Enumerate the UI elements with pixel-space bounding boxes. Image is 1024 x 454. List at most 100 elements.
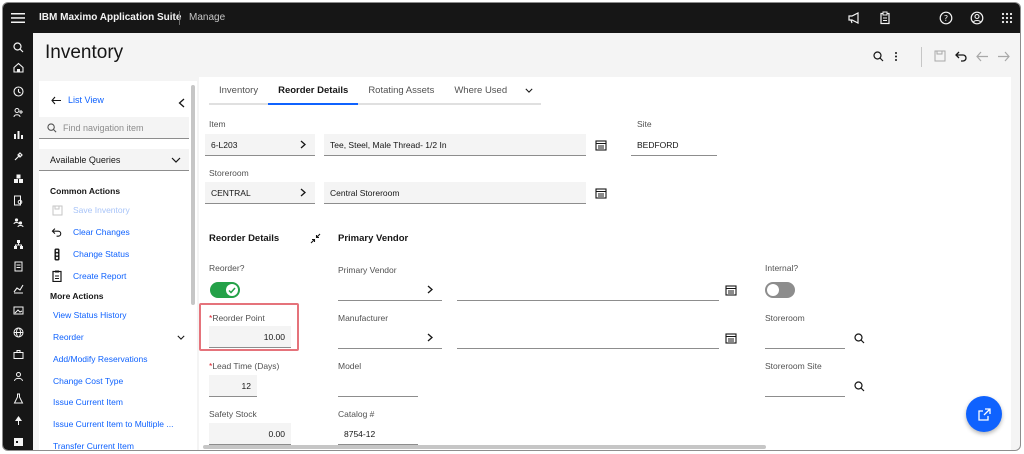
launch-assistant-button[interactable] <box>966 396 1002 432</box>
chart-bar-icon[interactable] <box>10 126 26 142</box>
reorder-toggle[interactable] <box>210 282 240 298</box>
model-label: Model <box>338 361 362 371</box>
clipboard-icon[interactable] <box>877 10 893 26</box>
tree-icon[interactable] <box>10 412 26 428</box>
tab-rotating-assets[interactable]: Rotating Assets <box>358 77 445 105</box>
help-icon[interactable]: ? <box>938 10 954 26</box>
briefcase-icon[interactable] <box>10 346 26 362</box>
calendar-icon[interactable] <box>10 433 26 449</box>
link-label: Issue Current Item to Multiple ... <box>53 419 174 429</box>
change-status-label: Change Status <box>73 249 130 259</box>
horizontal-scrollbar[interactable] <box>203 445 766 449</box>
reorder-point-field[interactable]: 10.00 <box>209 326 291 348</box>
item-description-field[interactable]: Tee, Steel, Male Thread- 1/2 In <box>324 134 586 156</box>
brand-name: IBM Maximo Application Suite <box>39 12 182 23</box>
primary-vendor-chevron-right-icon[interactable] <box>418 279 442 301</box>
catalog-field[interactable]: 8754-12 <box>338 423 418 445</box>
hierarchy-icon[interactable] <box>10 236 26 252</box>
boxes-icon[interactable] <box>10 170 26 186</box>
line-chart-icon[interactable] <box>10 280 26 296</box>
issue-to-multiple-link[interactable]: Issue Current Item to Multiple ... <box>53 419 185 429</box>
transfer-current-item-link[interactable]: Transfer Current Item <box>53 441 185 450</box>
change-status-action[interactable]: Change Status <box>50 247 129 261</box>
manufacturer-description-field[interactable] <box>457 327 719 349</box>
svg-text:?: ? <box>944 14 948 23</box>
tools-icon[interactable] <box>10 148 26 164</box>
long-description-icon[interactable] <box>719 327 743 349</box>
manufacturer-field[interactable] <box>338 327 418 349</box>
create-report-action[interactable]: Create Report <box>50 269 126 283</box>
chevron-down-icon <box>171 157 181 163</box>
reorder-toggle-label: Reorder? <box>209 263 245 273</box>
flask-icon[interactable] <box>10 390 26 406</box>
storeroom-site-label: Storeroom Site <box>765 361 822 371</box>
toggle-knob <box>767 284 779 296</box>
nav-search-input[interactable] <box>63 122 183 133</box>
megaphone-icon[interactable] <box>846 10 862 26</box>
user-admin-icon[interactable] <box>10 368 26 384</box>
overflow-menu-icon[interactable] <box>889 49 903 63</box>
home-icon[interactable] <box>10 59 26 75</box>
storeroom-site-field[interactable] <box>765 375 845 397</box>
minimize-icon[interactable] <box>303 227 327 249</box>
list-view-link[interactable]: List View <box>51 95 104 105</box>
history-icon[interactable] <box>10 83 26 99</box>
hamburger-menu-icon[interactable] <box>3 3 33 33</box>
search-icon[interactable] <box>871 49 885 63</box>
manufacturer-chevron-right-icon[interactable] <box>418 327 442 349</box>
search-icon[interactable] <box>847 327 871 349</box>
item-chevron-right-icon[interactable] <box>291 134 315 156</box>
vendor-storeroom-field[interactable] <box>765 327 845 349</box>
internal-toggle[interactable] <box>765 282 795 298</box>
arrow-right-icon[interactable] <box>996 49 1010 63</box>
model-field[interactable] <box>338 375 418 397</box>
more-tabs-chevron-icon[interactable] <box>517 77 542 105</box>
storeroom-description-field[interactable]: Central Storeroom <box>324 182 586 204</box>
issue-current-item-link[interactable]: Issue Current Item <box>53 397 185 407</box>
arrow-left-icon[interactable] <box>975 49 989 63</box>
tab-bar: Inventory Reorder Details Rotating Asset… <box>209 77 542 105</box>
image-icon[interactable] <box>10 302 26 318</box>
search-icon[interactable] <box>10 39 26 55</box>
long-description-icon[interactable] <box>589 134 613 156</box>
view-status-history-link[interactable]: View Status History <box>53 310 185 320</box>
change-cost-type-link[interactable]: Change Cost Type <box>53 376 185 386</box>
internal-label: Internal? <box>765 263 799 273</box>
add-modify-reservations-link[interactable]: Add/Modify Reservations <box>53 354 185 364</box>
save-inventory-label: Save Inventory <box>73 205 130 215</box>
tab-where-used[interactable]: Where Used <box>444 77 518 105</box>
collapse-chevron-icon[interactable] <box>178 95 185 113</box>
available-queries-dropdown[interactable]: Available Queries <box>39 149 189 171</box>
save-icon[interactable] <box>933 49 947 63</box>
tab-inventory[interactable]: Inventory <box>209 77 269 105</box>
safety-stock-field[interactable]: 0.00 <box>209 423 291 445</box>
clear-changes-action[interactable]: Clear Changes <box>50 225 130 239</box>
nav-scrollbar[interactable] <box>191 85 195 305</box>
tab-reorder-details[interactable]: Reorder Details <box>268 77 359 105</box>
item-field[interactable]: 6-L203 <box>205 134 291 156</box>
app-window: IBM Maximo Application Suite Manage ? In… <box>2 2 1021 451</box>
long-description-icon[interactable] <box>719 279 743 301</box>
document-icon[interactable] <box>10 258 26 274</box>
user-profile-icon[interactable] <box>969 10 985 26</box>
long-description-icon[interactable] <box>589 182 613 204</box>
reorder-details-heading: Reorder Details <box>209 233 280 244</box>
document-search-icon[interactable] <box>10 192 26 208</box>
vendor-storeroom-label: Storeroom <box>765 313 805 323</box>
topbar-divider <box>179 11 180 25</box>
save-inventory-action[interactable]: Save Inventory <box>50 203 130 217</box>
user-add-icon[interactable] <box>10 104 26 120</box>
reorder-link[interactable]: Reorder <box>53 332 185 342</box>
people-icon[interactable] <box>10 214 26 230</box>
primary-vendor-field[interactable] <box>338 279 418 301</box>
storeroom-chevron-right-icon[interactable] <box>291 182 315 204</box>
lead-time-field[interactable]: 12 <box>209 375 257 397</box>
site-field[interactable]: BEDFORD <box>631 134 717 156</box>
app-switcher-icon[interactable] <box>999 10 1015 26</box>
search-icon[interactable] <box>847 375 871 397</box>
undo-icon[interactable] <box>954 49 968 63</box>
storeroom-field[interactable]: CENTRAL <box>205 182 291 204</box>
primary-vendor-description-field[interactable] <box>457 279 719 301</box>
create-report-label: Create Report <box>73 271 127 281</box>
globe-icon[interactable] <box>10 324 26 340</box>
